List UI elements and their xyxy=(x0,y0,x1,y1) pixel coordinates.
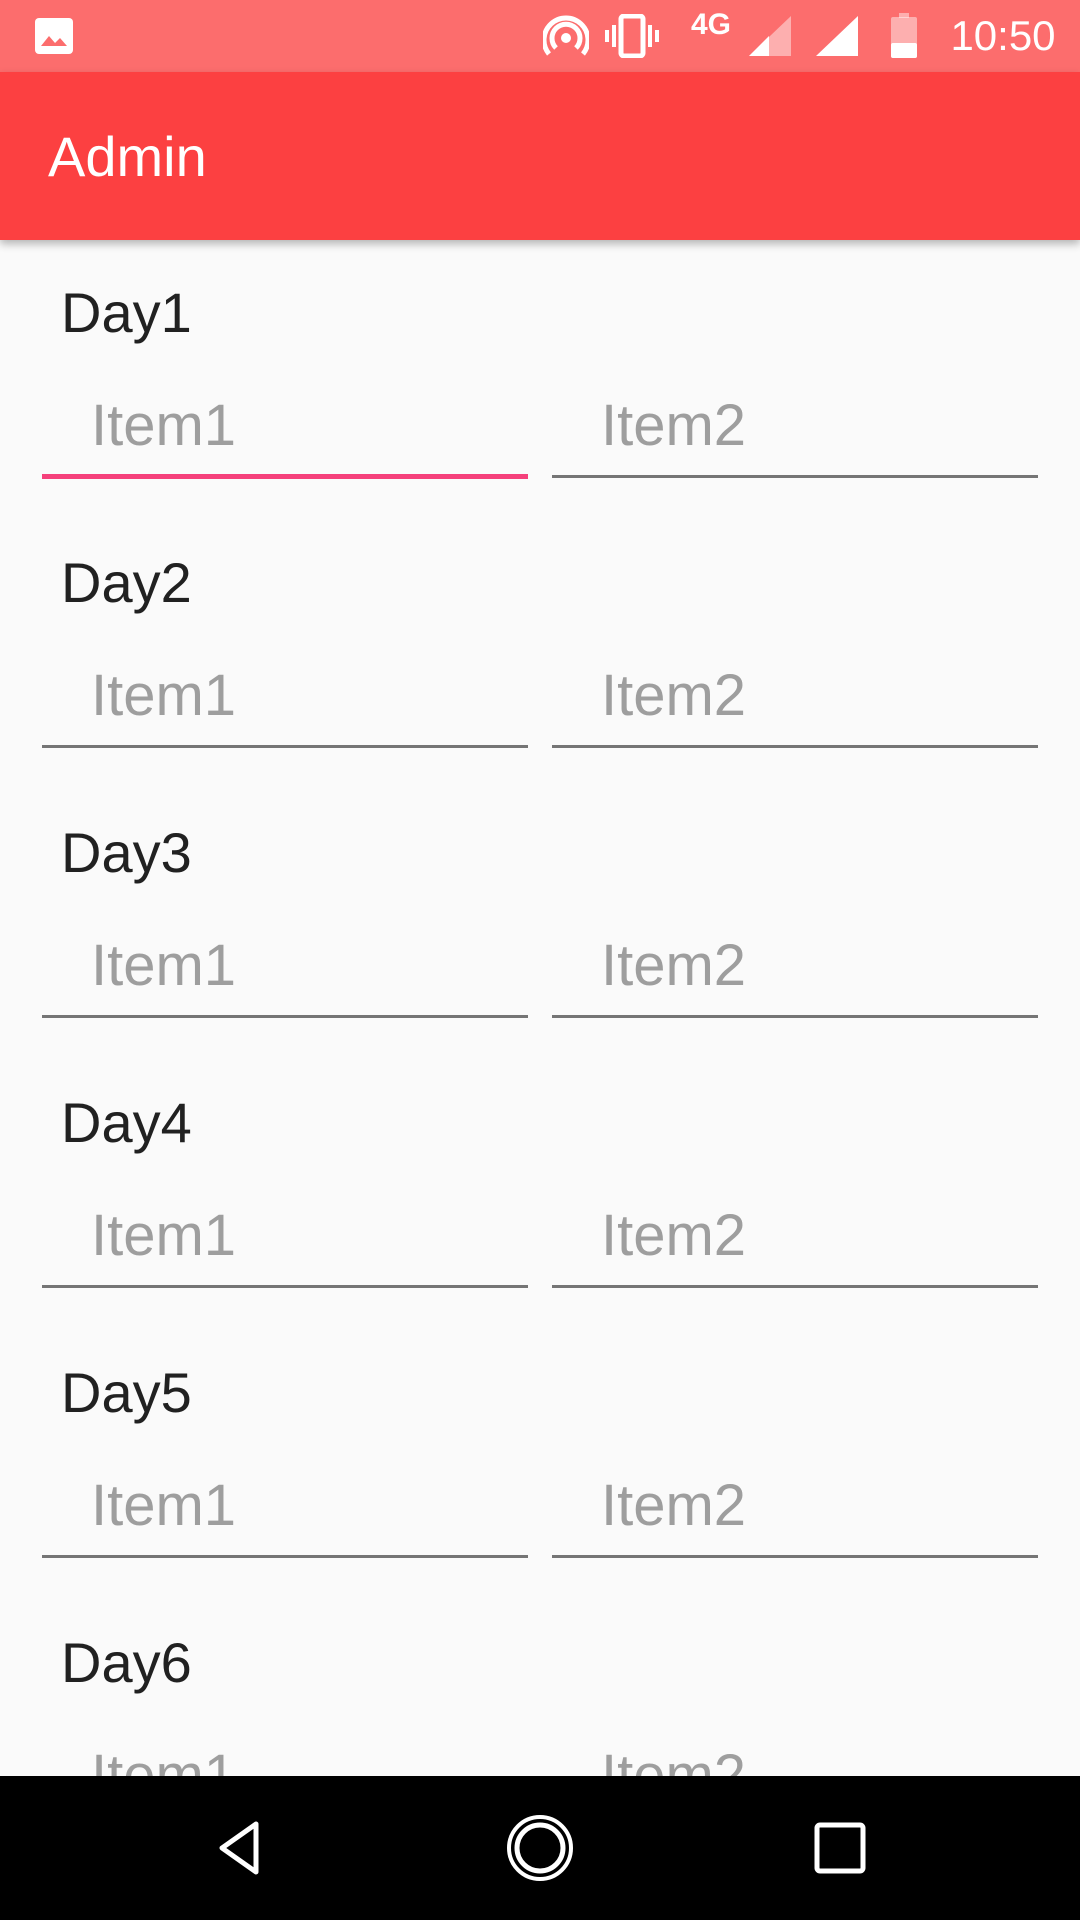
day-label: Day3 xyxy=(61,821,192,884)
day-section-4: Day4 Item1 Item2 xyxy=(0,1050,1080,1320)
day-label: Day2 xyxy=(61,551,192,614)
input-underline xyxy=(42,1285,528,1288)
day-label: Day1 xyxy=(61,281,192,344)
home-button[interactable] xyxy=(450,1776,630,1920)
app-bar: Admin xyxy=(0,72,1080,240)
back-button[interactable] xyxy=(150,1776,330,1920)
day-label: Day4 xyxy=(61,1091,192,1154)
item2-placeholder: Item2 xyxy=(601,393,747,458)
item1-placeholder: Item1 xyxy=(91,393,237,458)
item1-input[interactable]: Item1 xyxy=(42,390,528,480)
image-icon xyxy=(30,0,78,72)
back-icon xyxy=(219,1821,259,1875)
item1-input[interactable]: Item1 xyxy=(42,1200,528,1290)
item1-input[interactable]: Item1 xyxy=(42,660,528,750)
status-bar: 4G 10:50 xyxy=(0,0,1080,72)
vibrate-icon xyxy=(604,0,660,72)
item2-input[interactable]: Item2 xyxy=(552,1470,1038,1560)
item1-placeholder: Item1 xyxy=(91,1203,237,1268)
input-underline xyxy=(552,1015,1038,1018)
signal-icon xyxy=(745,0,795,72)
day-label: Day6 xyxy=(61,1631,192,1694)
item2-input[interactable]: Item2 xyxy=(552,930,1038,1020)
recents-button[interactable] xyxy=(750,1776,930,1920)
time-text: 10:50 xyxy=(950,12,1056,59)
day-section-6: Day6 Item1 Item2 xyxy=(0,1590,1080,1776)
network-type-text: 4G xyxy=(690,8,732,41)
item2-input[interactable]: Item2 xyxy=(552,660,1038,750)
input-underline-focused xyxy=(42,474,528,479)
day-section-1: Day1 Item1 Item2 xyxy=(0,240,1080,510)
day-section-5: Day5 Item1 Item2 xyxy=(0,1320,1080,1590)
item1-input[interactable]: Item1 xyxy=(42,1470,528,1560)
input-underline xyxy=(42,745,528,748)
battery-low-icon xyxy=(886,0,922,72)
item2-input[interactable]: Item2 xyxy=(552,390,1038,480)
day-label: Day5 xyxy=(61,1361,192,1424)
hotspot-icon xyxy=(538,0,594,72)
network-type-label: 4G xyxy=(683,0,739,72)
item1-placeholder: Item1 xyxy=(91,663,237,728)
item2-input[interactable]: Item2 xyxy=(552,1740,1038,1776)
app-title: Admin xyxy=(48,124,207,188)
item2-placeholder: Item2 xyxy=(601,663,747,728)
item1-placeholder: Item1 xyxy=(91,933,237,998)
recents-icon xyxy=(814,1822,866,1874)
day-section-3: Day3 Item1 Item2 xyxy=(0,780,1080,1050)
day-section-2: Day2 Item1 Item2 xyxy=(0,510,1080,780)
item1-placeholder: Item1 xyxy=(91,1743,237,1776)
input-underline xyxy=(552,1285,1038,1288)
item2-input[interactable]: Item2 xyxy=(552,1200,1038,1290)
item2-placeholder: Item2 xyxy=(601,1743,747,1776)
app-screen: 4G 10:50 Admin Day1 Item1 Item2 Day2 Ite… xyxy=(0,0,1080,1920)
item2-placeholder: Item2 xyxy=(601,1203,747,1268)
item2-placeholder: Item2 xyxy=(601,933,747,998)
item1-input[interactable]: Item1 xyxy=(42,930,528,1020)
input-underline xyxy=(552,1555,1038,1558)
home-icon xyxy=(507,1815,573,1881)
input-underline xyxy=(552,745,1038,748)
item1-placeholder: Item1 xyxy=(91,1473,237,1538)
signal-full-icon xyxy=(812,0,862,72)
status-time: 10:50 xyxy=(948,0,1058,72)
navigation-bar xyxy=(0,1776,1080,1920)
day-list[interactable]: Day1 Item1 Item2 Day2 Item1 Item2 Day3 I… xyxy=(0,240,1080,1776)
input-underline xyxy=(42,1015,528,1018)
input-underline xyxy=(42,1555,528,1558)
item2-placeholder: Item2 xyxy=(601,1473,747,1538)
item1-input[interactable]: Item1 xyxy=(42,1740,528,1776)
input-underline xyxy=(552,475,1038,478)
